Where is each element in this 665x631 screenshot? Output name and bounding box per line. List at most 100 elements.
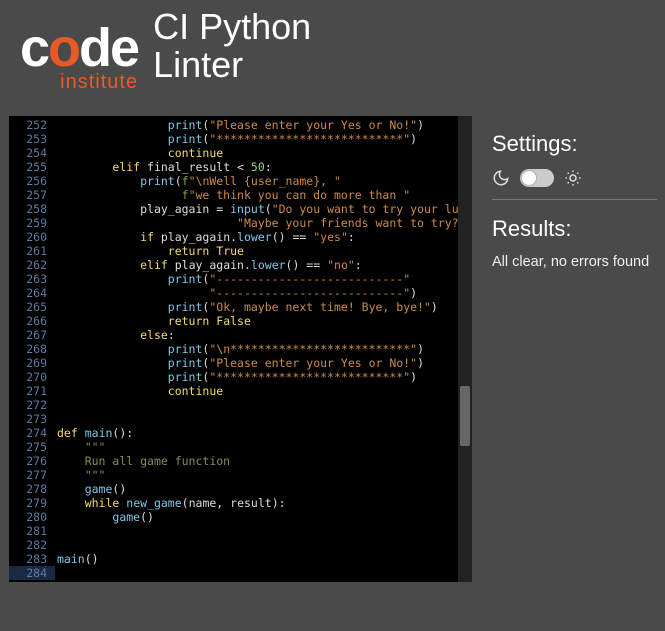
code-content: continue xyxy=(55,384,223,398)
main: 252 print("Please enter your Yes or No!"… xyxy=(0,116,665,582)
code-content: if play_again.lower() == "yes": xyxy=(55,230,355,244)
sun-icon xyxy=(564,169,582,187)
title-line-2: Linter xyxy=(153,46,311,84)
code-line[interactable]: 262 elif play_again.lower() == "no": xyxy=(9,258,472,272)
code-line[interactable]: 255 elif final_result < 50: xyxy=(9,160,472,174)
code-content xyxy=(55,398,57,412)
code-content: f"we think you can do more than " xyxy=(55,188,410,202)
code-content: """ xyxy=(55,468,105,482)
code-line[interactable]: 256 print(f"\nWell {user_name}, " xyxy=(9,174,472,188)
code-content: continue xyxy=(55,146,223,160)
code-content: print(f"\nWell {user_name}, " xyxy=(55,174,341,188)
code-content: return False xyxy=(55,314,251,328)
line-number: 279 xyxy=(9,496,55,510)
code-line[interactable]: 268 print("\n**************************"… xyxy=(9,342,472,356)
code-line[interactable]: 270 print("***************************") xyxy=(9,370,472,384)
line-number: 256 xyxy=(9,174,55,188)
code-line[interactable]: 281 xyxy=(9,524,472,538)
code-content xyxy=(55,538,57,552)
line-number: 255 xyxy=(9,160,55,174)
code-line[interactable]: 284 xyxy=(9,566,472,580)
moon-icon xyxy=(492,169,510,187)
sidebar: Settings: Results: All clear, no errors … xyxy=(472,116,657,582)
line-number: 284 xyxy=(9,566,55,580)
code-line[interactable]: 274def main(): xyxy=(9,426,472,440)
line-number: 253 xyxy=(9,132,55,146)
line-number: 281 xyxy=(9,524,55,538)
code-content: print("***************************") xyxy=(55,370,417,384)
code-line[interactable]: 282 xyxy=(9,538,472,552)
line-number: 283 xyxy=(9,552,55,566)
code-content: """ xyxy=(55,440,105,454)
results-heading: Results: xyxy=(492,216,657,242)
code-line[interactable]: 258 play_again = input("Do you want to t… xyxy=(9,202,472,216)
code-line[interactable]: 272 xyxy=(9,398,472,412)
code-content: else: xyxy=(55,328,175,342)
code-line[interactable]: 273 xyxy=(9,412,472,426)
line-number: 273 xyxy=(9,412,55,426)
line-number: 261 xyxy=(9,244,55,258)
code-content: elif play_again.lower() == "no": xyxy=(55,258,362,272)
code-content: game() xyxy=(55,510,154,524)
line-number: 278 xyxy=(9,482,55,496)
code-line[interactable]: 267 else: xyxy=(9,328,472,342)
code-content: print("Ok, maybe next time! Bye, bye!") xyxy=(55,300,438,314)
line-number: 259 xyxy=(9,216,55,230)
code-line[interactable]: 259 "Maybe your friends want to try? (Ye… xyxy=(9,216,472,230)
code-line[interactable]: 264 "---------------------------") xyxy=(9,286,472,300)
code-line[interactable]: 266 return False xyxy=(9,314,472,328)
code-line[interactable]: 261 return True xyxy=(9,244,472,258)
code-line[interactable]: 265 print("Ok, maybe next time! Bye, bye… xyxy=(9,300,472,314)
page-title: CI Python Linter xyxy=(153,8,311,84)
code-content: Run all game function xyxy=(55,454,230,468)
line-number: 258 xyxy=(9,202,55,216)
code-line[interactable]: 271 continue xyxy=(9,384,472,398)
line-number: 277 xyxy=(9,468,55,482)
code-content: play_again = input("Do you want to try y… xyxy=(55,202,472,216)
line-number: 280 xyxy=(9,510,55,524)
code-line[interactable]: 260 if play_again.lower() == "yes": xyxy=(9,230,472,244)
theme-switch[interactable] xyxy=(520,169,554,187)
code-content: while new_game(name, result): xyxy=(55,496,286,510)
code-content: elif final_result < 50: xyxy=(55,160,272,174)
divider xyxy=(492,199,657,200)
code-content: main() xyxy=(55,552,99,566)
line-number: 267 xyxy=(9,328,55,342)
line-number: 275 xyxy=(9,440,55,454)
line-number: 257 xyxy=(9,188,55,202)
code-content: print("***************************") xyxy=(55,132,417,146)
line-number: 274 xyxy=(9,426,55,440)
code-content: print("Please enter your Yes or No!") xyxy=(55,118,424,132)
code-line[interactable]: 278 game() xyxy=(9,482,472,496)
editor-scrollbar[interactable] xyxy=(458,116,472,582)
code-line[interactable]: 254 continue xyxy=(9,146,472,160)
logo: code institute xyxy=(20,17,138,79)
code-editor[interactable]: 252 print("Please enter your Yes or No!"… xyxy=(9,116,472,582)
code-line[interactable]: 283main() xyxy=(9,552,472,566)
code-content: print("---------------------------" xyxy=(55,272,410,286)
code-line[interactable]: 279 while new_game(name, result): xyxy=(9,496,472,510)
line-number: 268 xyxy=(9,342,55,356)
line-number: 269 xyxy=(9,356,55,370)
code-line[interactable]: 277 """ xyxy=(9,468,472,482)
code-content: def main(): xyxy=(55,426,133,440)
line-number: 263 xyxy=(9,272,55,286)
code-content: return True xyxy=(55,244,244,258)
theme-toggle-row xyxy=(492,169,657,187)
line-number: 260 xyxy=(9,230,55,244)
code-line[interactable]: 275 """ xyxy=(9,440,472,454)
line-number: 282 xyxy=(9,538,55,552)
scrollbar-thumb[interactable] xyxy=(460,386,470,446)
logo-text: code xyxy=(20,18,138,78)
code-line[interactable]: 253 print("***************************") xyxy=(9,132,472,146)
code-line[interactable]: 263 print("---------------------------" xyxy=(9,272,472,286)
code-line[interactable]: 257 f"we think you can do more than " xyxy=(9,188,472,202)
code-line[interactable]: 280 game() xyxy=(9,510,472,524)
code-line[interactable]: 252 print("Please enter your Yes or No!"… xyxy=(9,118,472,132)
code-line[interactable]: 276 Run all game function xyxy=(9,454,472,468)
code-line[interactable]: 269 print("Please enter your Yes or No!"… xyxy=(9,356,472,370)
code-content: "Maybe your friends want to try? (Yes / … xyxy=(55,216,472,230)
line-number: 271 xyxy=(9,384,55,398)
code-content xyxy=(55,524,57,538)
line-number: 272 xyxy=(9,398,55,412)
